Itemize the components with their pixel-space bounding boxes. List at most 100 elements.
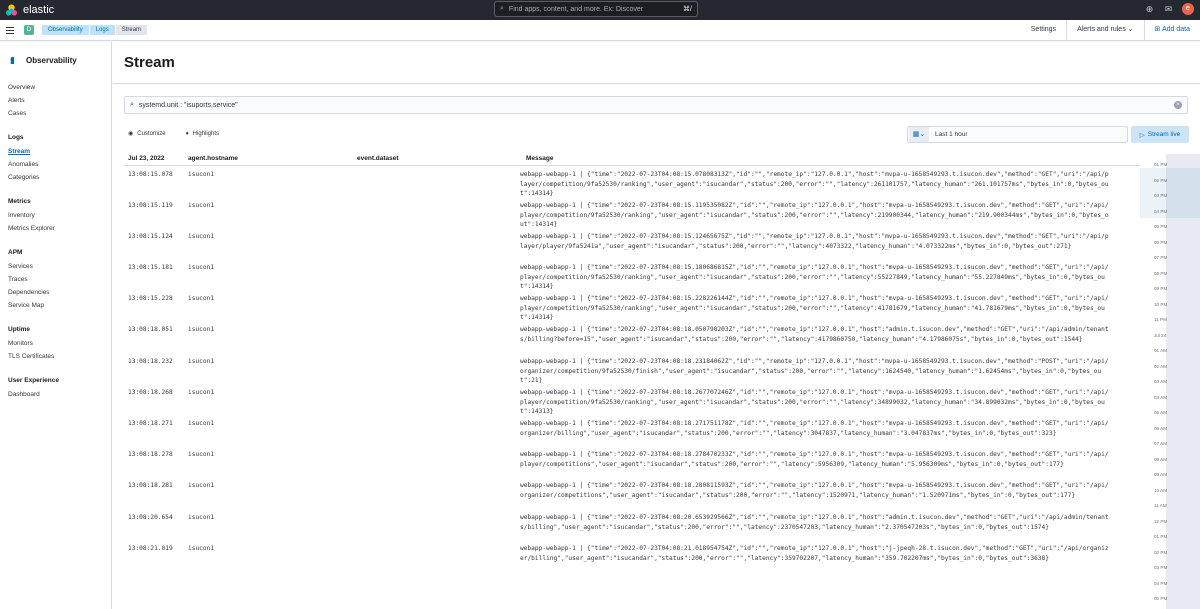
- row-message: webapp-webapp-1 | {"time":"2022-07-23T04…: [520, 389, 1109, 415]
- row-message: webapp-webapp-1 | {"time":"2022-07-23T04…: [520, 514, 1109, 531]
- row-hostname: isucon1: [188, 264, 215, 271]
- alerts-rules-menu[interactable]: Alerts and rules ⌄: [1066, 20, 1143, 40]
- date-picker[interactable]: ▦⌄ Last 1 hour: [907, 126, 1128, 143]
- breadcrumb-logs[interactable]: Logs: [89, 25, 115, 35]
- log-table-header: Jul 23, 2022 agent.hostname event.datase…: [124, 154, 1140, 166]
- minimap-tick-label: 05 PM: [1154, 596, 1168, 601]
- sidebar-item-stream[interactable]: Stream: [8, 148, 30, 155]
- row-hostname: isucon1: [188, 233, 215, 240]
- app-badge-icon[interactable]: D: [24, 25, 34, 35]
- row-message: webapp-webapp-1 | {"time":"2022-07-23T04…: [520, 482, 1109, 499]
- minimap-tick-label: 02 PM: [1154, 177, 1168, 183]
- highlights-label: Highlights: [192, 130, 220, 137]
- column-message: Message: [526, 155, 554, 162]
- minimap-tick-label: 02 PM: [1154, 549, 1168, 555]
- minimap-tick-label: 10 AM: [1154, 487, 1168, 493]
- calendar-icon[interactable]: ▦⌄: [909, 127, 929, 142]
- main-content: Stream ⌕ systemd.unit : "isuports.servic…: [113, 42, 1200, 609]
- query-search-input[interactable]: ⌕ systemd.unit : "isuports.service" ×: [124, 96, 1188, 114]
- settings-link[interactable]: Settings: [1021, 20, 1066, 40]
- row-hostname: isucon1: [188, 295, 215, 302]
- breadcrumb-observability[interactable]: Observability: [42, 25, 89, 35]
- row-message: webapp-webapp-1 | {"time":"2022-07-23T04…: [520, 326, 1109, 343]
- search-icon: ⌕: [130, 101, 134, 108]
- sidebar-item-anomalies[interactable]: Anomalies: [8, 161, 38, 168]
- minimap-tick-label: 01 PM: [1154, 534, 1168, 539]
- row-hostname: isucon1: [188, 420, 215, 427]
- row-message: webapp-webapp-1 | {"time":"2022-07-23T04…: [520, 420, 1109, 437]
- search-shortcut: ⌘/: [683, 6, 692, 13]
- help-icon[interactable]: ⊕: [1144, 4, 1155, 15]
- minimap-tick-label: 10 PM: [1154, 301, 1168, 307]
- sidebar-item-inventory[interactable]: Inventory: [8, 212, 35, 219]
- minimap-tick-label: 08 AM: [1154, 456, 1168, 462]
- sidebar-item-cases[interactable]: Cases: [8, 110, 26, 117]
- date-range-text[interactable]: Last 1 hour: [929, 131, 968, 138]
- sidebar-item-dependencies[interactable]: Dependencies: [8, 289, 50, 296]
- sidebar-item-service-map[interactable]: Service Map: [8, 302, 44, 309]
- row-timestamp: 13:08:20.654: [128, 514, 173, 521]
- add-data-link[interactable]: ⊞ Add data: [1143, 20, 1200, 40]
- customize-button[interactable]: ◉ Customize: [128, 130, 166, 138]
- stream-live-label: Stream live: [1147, 131, 1181, 138]
- sidebar-item-overview[interactable]: Overview: [8, 84, 35, 91]
- sidebar-item-categories[interactable]: Categories: [8, 174, 39, 181]
- row-timestamp: 13:08:15.124: [128, 233, 173, 240]
- row-timestamp: 13:08:18.232: [128, 358, 173, 365]
- minimap-density-area: [1166, 154, 1200, 609]
- minimap-tick-label: 04 AM: [1154, 394, 1168, 400]
- brand-name: elastic: [23, 4, 55, 16]
- highlights-button[interactable]: ♦ Highlights: [186, 130, 219, 137]
- row-hostname: isucon1: [188, 451, 215, 458]
- menu-toggle-icon[interactable]: [6, 26, 14, 34]
- row-message: webapp-webapp-1 | {"time":"2022-07-23T04…: [520, 202, 1109, 228]
- row-timestamp: 13:08:18.271: [128, 420, 173, 427]
- minimap-tick-label: 04 PM: [1154, 208, 1168, 214]
- time-minimap[interactable]: 01 PM 02 PM 03 PM 04 PM 05 PM 06 PM 07 PM 08 PM…: [1140, 154, 1200, 609]
- stream-live-button[interactable]: ▷ Stream live: [1131, 126, 1189, 143]
- newsfeed-icon[interactable]: ✉: [1163, 4, 1174, 15]
- sidebar-item-services[interactable]: Services: [8, 263, 33, 270]
- sidebar-item-traces[interactable]: Traces: [8, 276, 28, 283]
- sidebar-item-dashboard[interactable]: Dashboard: [8, 391, 40, 398]
- row-timestamp: 13:08:15.228: [128, 295, 173, 302]
- play-icon: ▷: [1139, 131, 1145, 139]
- sidebar-item-metrics-explorer[interactable]: Metrics Explorer: [8, 225, 55, 232]
- minimap-tick-label: 01 PM: [1154, 162, 1168, 167]
- sidebar-section-user-experience: User Experience: [8, 377, 59, 384]
- sidebar-item-monitors[interactable]: Monitors: [8, 340, 33, 347]
- minimap-tick-label: 12 PM: [1154, 518, 1168, 524]
- minimap-viewport[interactable]: [1140, 168, 1200, 218]
- sidebar-title: Observability: [26, 56, 77, 65]
- row-timestamp: 13:08:18.268: [128, 389, 173, 396]
- elastic-home-link[interactable]: elastic: [0, 3, 55, 17]
- row-hostname: isucon1: [188, 202, 215, 209]
- global-search-input[interactable]: ⌕ Find apps, content, and more. Ex: Disc…: [494, 1, 698, 17]
- minimap-tick-label: 07 PM: [1154, 255, 1168, 260]
- minimap-tick-label: 07 AM: [1154, 441, 1168, 446]
- top-header: elastic ⌕ Find apps, content, and more. …: [0, 0, 1200, 20]
- page-title: Stream: [124, 54, 175, 71]
- minimap-tick-label: 02 AM: [1154, 363, 1168, 369]
- row-hostname: isucon1: [188, 358, 215, 365]
- row-message: webapp-webapp-1 | {"time":"2022-07-23T04…: [520, 545, 1109, 562]
- row-message: webapp-webapp-1 | {"time":"2022-07-23T04…: [520, 171, 1109, 197]
- log-rows[interactable]: 13:08:15.078 isucon1 webapp-webapp-1 | {"t…: [124, 167, 1140, 609]
- row-hostname: isucon1: [188, 389, 215, 396]
- avatar[interactable]: e: [1182, 3, 1194, 15]
- minimap-tick-label: 11 PM: [1154, 317, 1167, 322]
- sidebar-item-tls-certificates[interactable]: TLS Certificates: [8, 353, 54, 360]
- add-data-label: Add data: [1161, 26, 1190, 33]
- clear-query-icon[interactable]: ×: [1174, 101, 1182, 109]
- elastic-logo-icon: [5, 3, 18, 16]
- row-message: webapp-webapp-1 | {"time":"2022-07-23T04…: [520, 295, 1109, 321]
- row-timestamp: 13:08:18.281: [128, 482, 173, 489]
- minimap-tick-label: 06 AM: [1154, 425, 1168, 431]
- row-timestamp: 13:08:18.051: [128, 326, 173, 333]
- eye-icon: ◉: [128, 131, 134, 137]
- sidebar-item-alerts[interactable]: Alerts: [8, 97, 25, 104]
- observability-icon: ▮: [10, 55, 15, 65]
- minimap-tick-label: 08 PM: [1154, 270, 1168, 276]
- row-timestamp: 13:08:15.078: [128, 171, 173, 178]
- sidebar-section-metrics: Metrics: [8, 198, 31, 205]
